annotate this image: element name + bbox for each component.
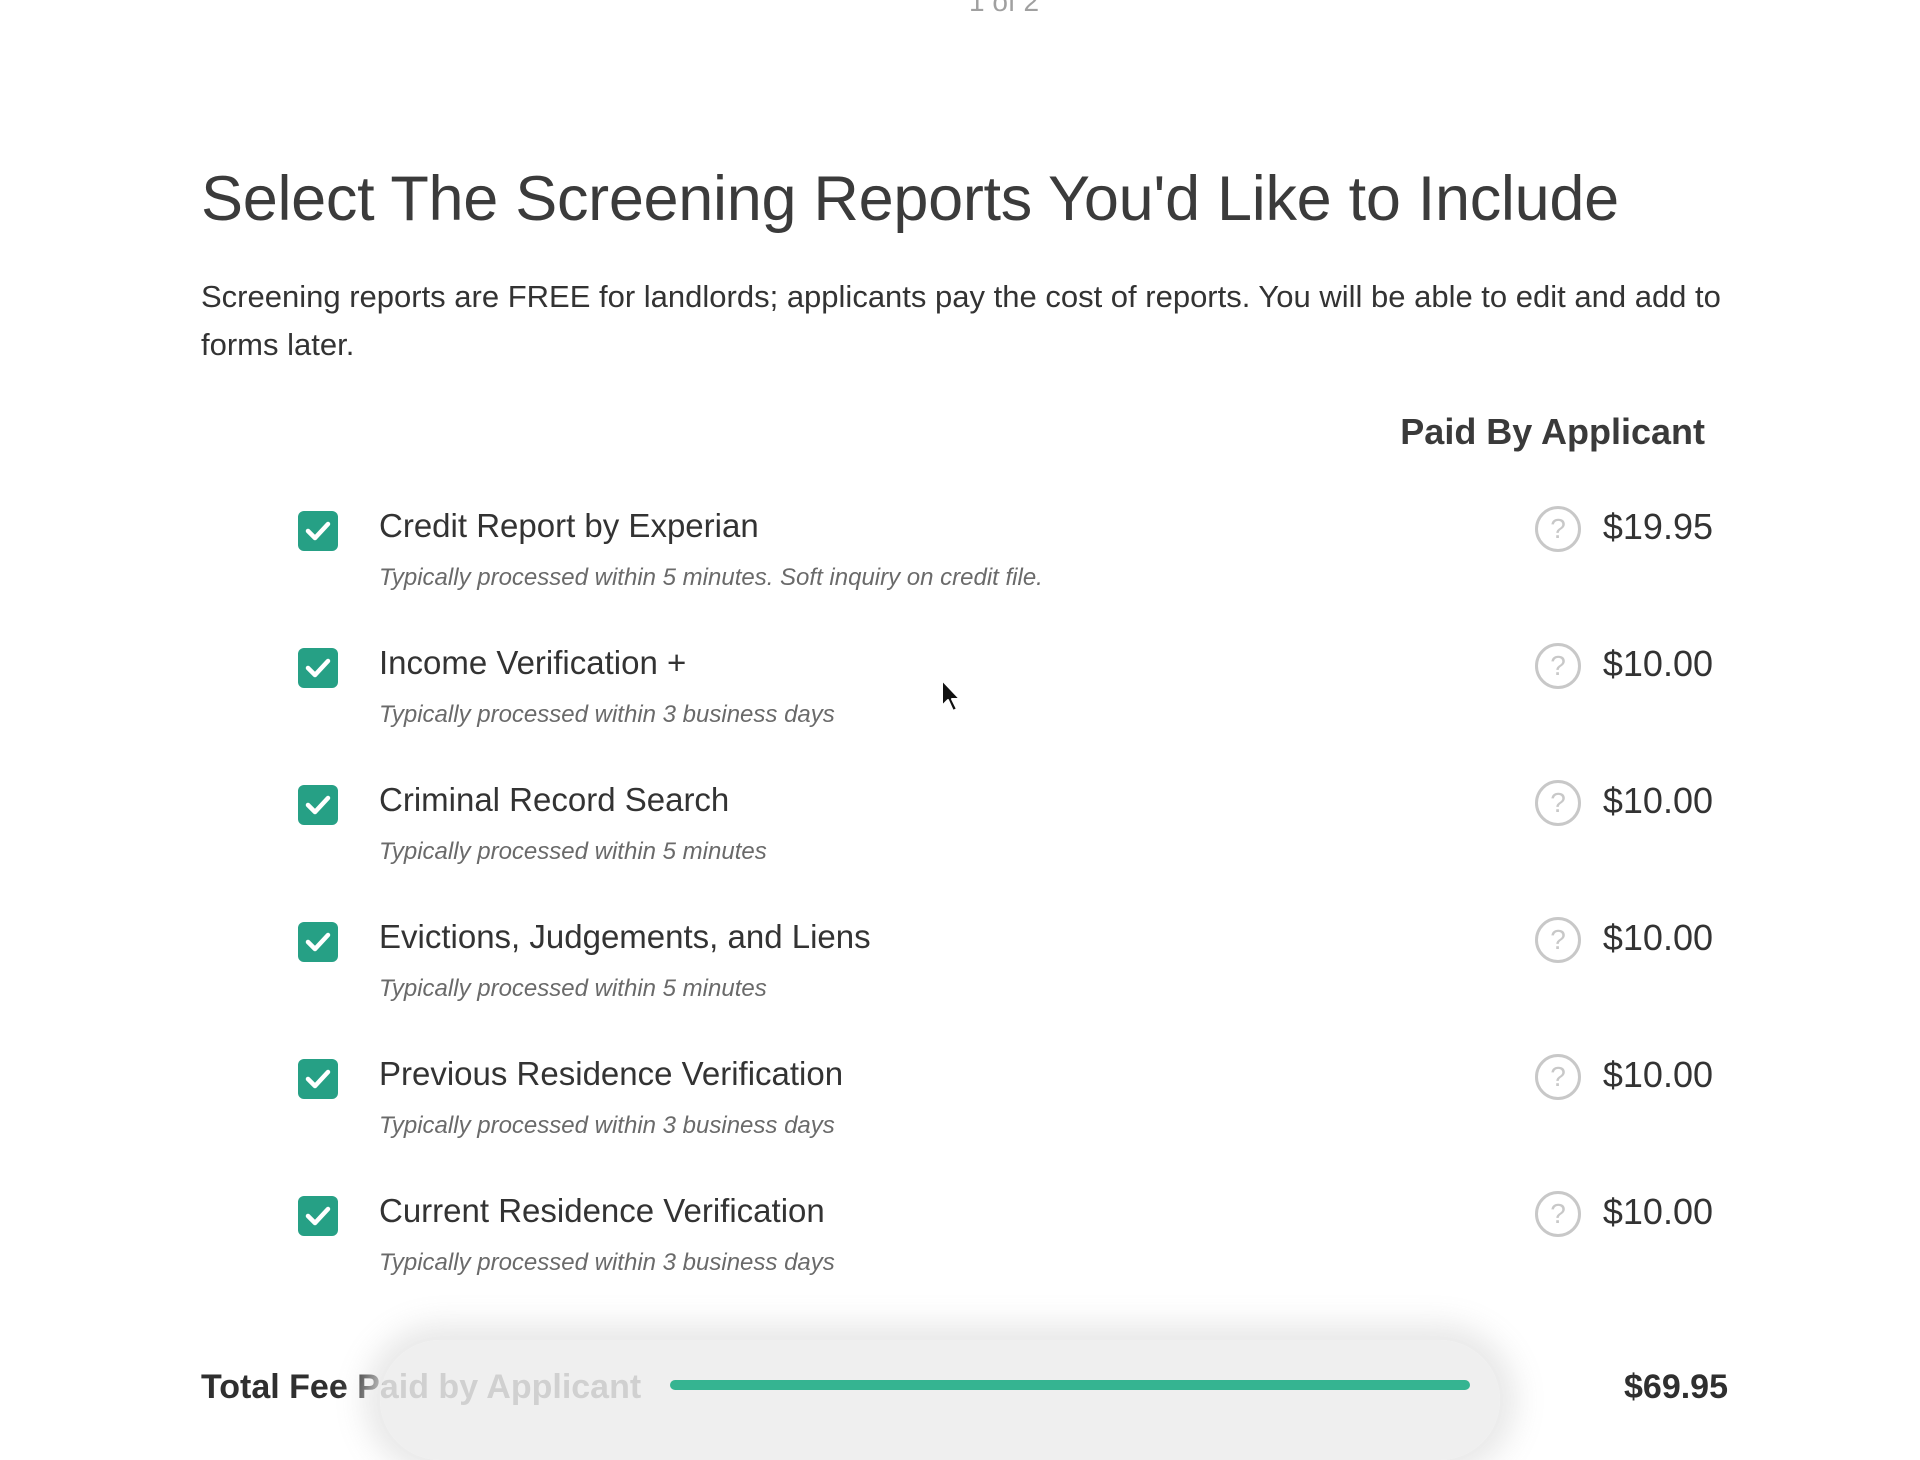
report-checkbox[interactable] xyxy=(298,648,338,688)
page-counter: 1 of 2 xyxy=(968,0,1040,17)
check-icon xyxy=(305,932,331,952)
report-row: Current Residence Verification Typically… xyxy=(0,1189,1920,1325)
report-row: Evictions, Judgements, and Liens Typical… xyxy=(0,915,1920,1051)
report-price: $19.95 xyxy=(1602,506,1713,547)
report-processing-note: Typically processed within 3 business da… xyxy=(379,1249,835,1276)
check-icon xyxy=(305,521,331,541)
report-processing-note: Typically processed within 3 business da… xyxy=(379,701,835,728)
report-checkbox[interactable] xyxy=(298,1059,338,1099)
report-checkbox[interactable] xyxy=(298,511,338,551)
report-price: $10.00 xyxy=(1602,780,1713,821)
report-row: Credit Report by Experian Typically proc… xyxy=(0,504,1920,640)
report-price: $10.00 xyxy=(1602,1054,1713,1095)
report-name: Income Verification + xyxy=(379,644,687,681)
check-icon xyxy=(305,1206,331,1226)
report-price: $10.00 xyxy=(1602,917,1713,958)
mouse-cursor-icon xyxy=(941,679,961,712)
report-row: Criminal Record Search Typically process… xyxy=(0,778,1920,914)
check-icon xyxy=(305,1069,331,1089)
floating-action-bar[interactable] xyxy=(380,1340,1500,1460)
continue-button[interactable] xyxy=(670,1380,1470,1390)
check-icon xyxy=(305,658,331,678)
intro-text: Screening reports are FREE for landlords… xyxy=(201,279,1721,362)
report-name: Credit Report by Experian xyxy=(379,507,759,544)
paid-by-applicant-header: Paid By Applicant xyxy=(1400,411,1705,452)
report-price: $10.00 xyxy=(1602,643,1713,684)
report-processing-note: Typically processed within 5 minutes xyxy=(379,975,767,1002)
report-processing-note: Typically processed within 3 business da… xyxy=(379,1112,835,1139)
report-name: Criminal Record Search xyxy=(379,781,730,818)
check-icon xyxy=(305,795,331,815)
report-checkbox[interactable] xyxy=(298,922,338,962)
total-fee-value: $69.95 xyxy=(1624,1368,1728,1406)
report-name: Current Residence Verification xyxy=(379,1192,825,1229)
report-name: Previous Residence Verification xyxy=(379,1055,844,1092)
report-name: Evictions, Judgements, and Liens xyxy=(379,918,871,955)
report-price: $10.00 xyxy=(1602,1191,1713,1232)
report-processing-note: Typically processed within 5 minutes xyxy=(379,838,767,865)
report-checkbox[interactable] xyxy=(298,1196,338,1236)
page-title: Select The Screening Reports You'd Like … xyxy=(201,164,1619,234)
report-row: Previous Residence Verification Typicall… xyxy=(0,1052,1920,1188)
report-processing-note: Typically processed within 5 minutes. So… xyxy=(379,564,1043,591)
report-checkbox[interactable] xyxy=(298,785,338,825)
